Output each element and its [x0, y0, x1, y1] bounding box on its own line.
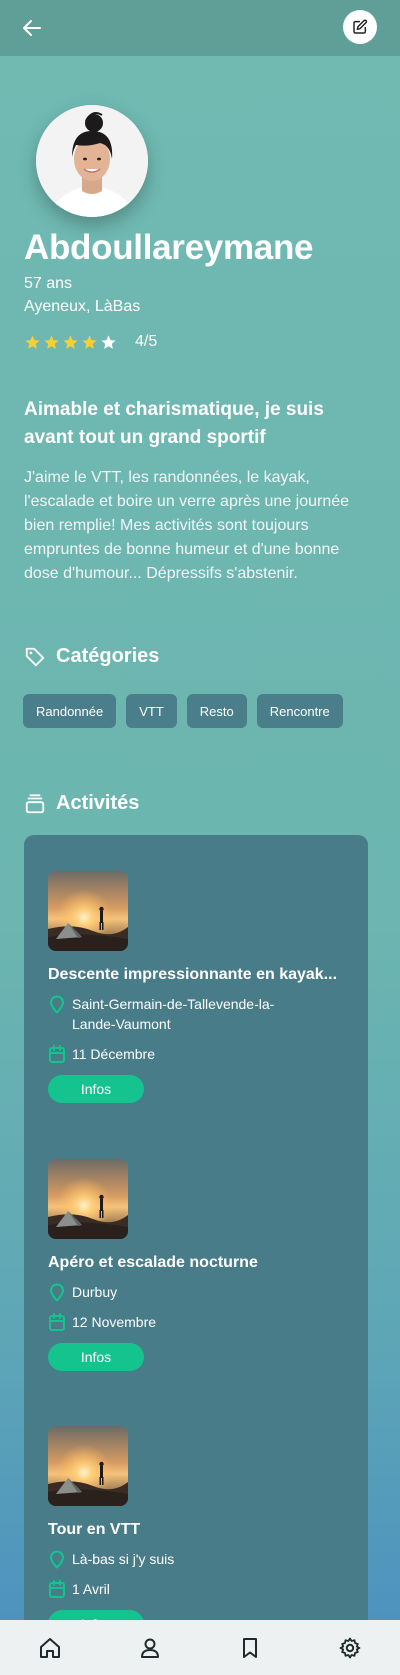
activity-place: Là-bas si j'y suis: [48, 1549, 348, 1569]
category-chip[interactable]: VTT: [126, 694, 177, 728]
category-chips: Randonnée VTT Resto Rencontre: [23, 694, 343, 728]
activity-date-text: 1 Avril: [72, 1581, 110, 1597]
profile-age: 57 ans: [24, 275, 73, 292]
infos-button[interactable]: Infos: [48, 1343, 144, 1371]
activity-date-text: 12 Novembre: [72, 1314, 157, 1330]
activities-title: Activités: [56, 792, 140, 814]
activity-title: Apéro et escalade nocturne: [48, 1254, 258, 1271]
categories-heading: Catégories: [24, 645, 159, 668]
activity-date: 12 Novembre: [48, 1312, 348, 1332]
tag-icon: [25, 647, 45, 666]
rating-text: 4/5: [135, 333, 158, 350]
activity-card: Tour en VTT Là-bas si j'y suis 1 Avril I…: [48, 1426, 348, 1638]
location-pin-icon: [48, 1549, 66, 1569]
activity-image: [48, 871, 128, 951]
activity-place: Saint-Germain-de-Tallevende-la-Lande-Vau…: [48, 994, 348, 1034]
nav-settings[interactable]: [336, 1634, 364, 1662]
activities-heading: Activités: [24, 792, 139, 815]
calendar-icon: [48, 1312, 66, 1332]
rating-stars: [24, 334, 117, 351]
activity-place: Durbuy: [48, 1282, 348, 1302]
bookmark-icon: [243, 1637, 257, 1658]
location-pin-icon: [48, 994, 66, 1014]
activity-card: Apéro et escalade nocturne Durbuy 12 Nov…: [48, 1159, 348, 1371]
user-icon: [141, 1638, 159, 1658]
profile-name: Abdoullareymane: [24, 228, 314, 267]
nav-bookmarks[interactable]: [236, 1634, 264, 1662]
bottom-nav: [0, 1620, 400, 1675]
category-chip[interactable]: Rencontre: [256, 694, 343, 728]
activity-date: 11 Décembre: [48, 1044, 348, 1064]
activity-image: [48, 1426, 128, 1506]
activity-place-text: Saint-Germain-de-Tallevende-la-Lande-Vau…: [72, 996, 275, 1032]
calendar-icon: [48, 1044, 66, 1064]
nav-home[interactable]: [36, 1634, 64, 1662]
activities-panel: Descente impressionnante en kayak... Sai…: [24, 835, 368, 1675]
profile-bio: J'aime le VTT, les randonnées, le kayak,…: [24, 469, 350, 582]
calendar-icon: [48, 1579, 66, 1599]
home-icon: [40, 1637, 60, 1658]
activity-place-text: Durbuy: [72, 1284, 118, 1300]
activity-date: 1 Avril: [48, 1579, 348, 1599]
rating: 4/5: [24, 333, 157, 351]
star-filled-icon: [81, 334, 98, 351]
top-bar: [0, 0, 400, 56]
avatar: [36, 105, 148, 217]
profile-location: Ayeneux, LàBas: [24, 298, 141, 315]
back-button[interactable]: [18, 14, 46, 42]
star-filled-icon: [62, 334, 79, 351]
activity-date-text: 11 Décembre: [72, 1046, 156, 1062]
star-empty-icon: [100, 334, 117, 351]
nav-profile[interactable]: [136, 1634, 164, 1662]
activity-title: Descente impressionnante en kayak...: [48, 966, 338, 983]
infos-button[interactable]: Infos: [48, 1075, 144, 1103]
star-filled-icon: [43, 334, 60, 351]
edit-profile-button[interactable]: [343, 10, 377, 44]
category-chip[interactable]: Resto: [186, 694, 247, 728]
stack-icon: [25, 793, 45, 813]
arrow-left-icon: [23, 20, 41, 36]
activity-title: Tour en VTT: [48, 1521, 141, 1538]
profile-headline: Aimable et charismatique, je suis avant …: [24, 399, 324, 448]
star-filled-icon: [24, 334, 41, 351]
edit-pencil-icon: [353, 19, 368, 34]
location-pin-icon: [48, 1282, 66, 1302]
settings-gear-icon: [339, 1637, 361, 1658]
categories-title: Catégories: [56, 645, 160, 667]
activity-place-text: Là-bas si j'y suis: [72, 1551, 175, 1567]
category-chip[interactable]: Randonnée: [23, 694, 117, 728]
activity-card: Descente impressionnante en kayak... Sai…: [48, 871, 348, 1103]
activity-image: [48, 1159, 128, 1239]
